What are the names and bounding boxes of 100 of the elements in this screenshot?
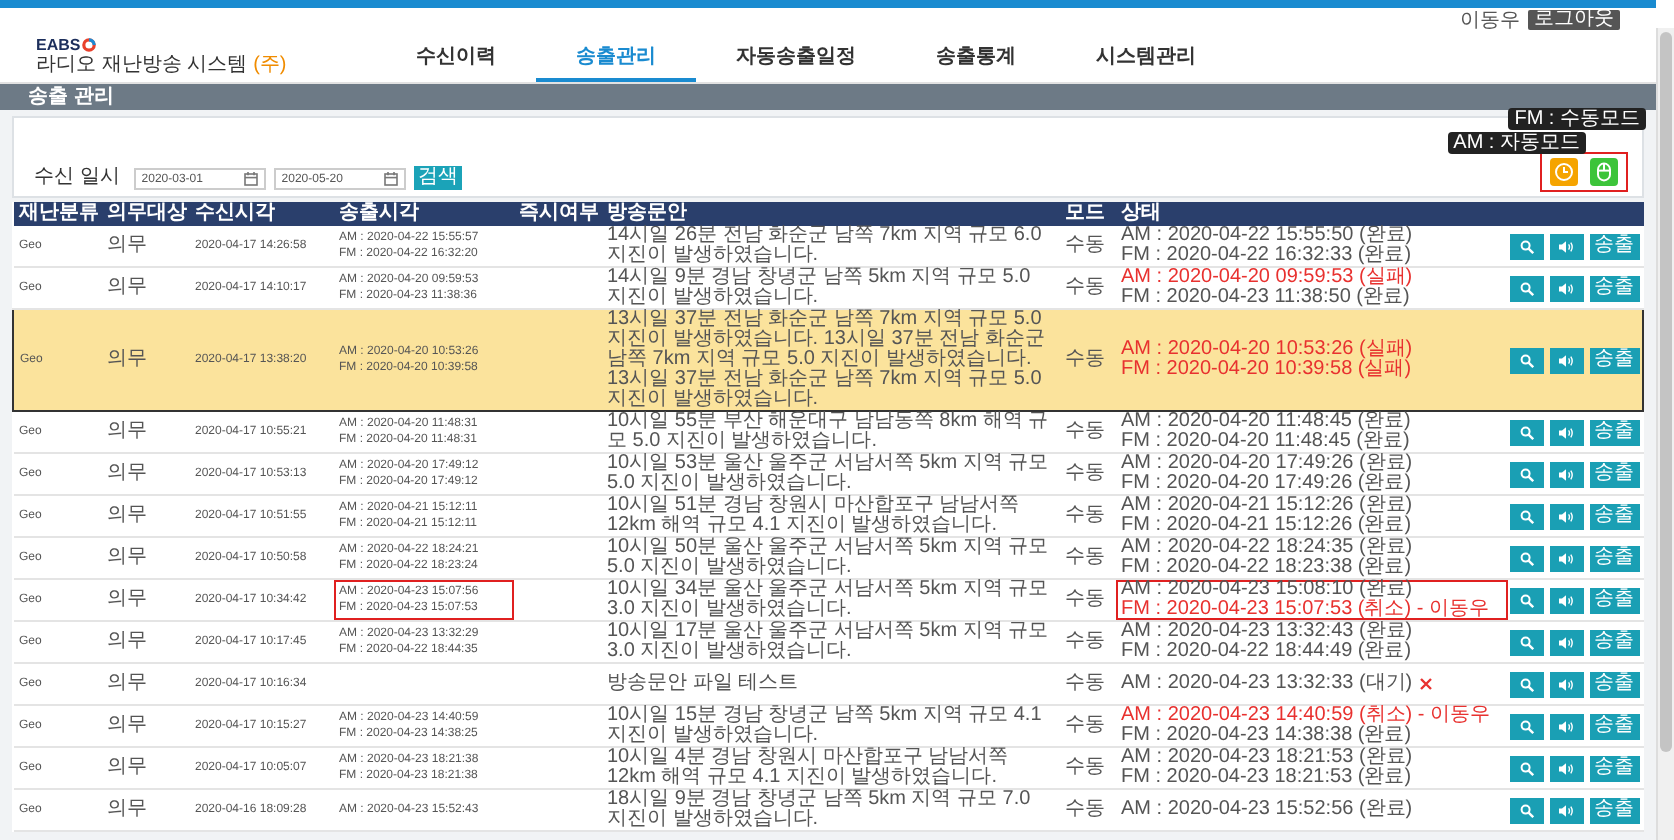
nav-tab[interactable]: 송출통계 [896,32,1056,82]
status-text: FM : 2020-04-22 18:44:49 (완료) [1121,642,1413,662]
status-text: AM : 2020-04-20 11:48:45 (완료) [1121,412,1411,432]
column-header: 수신시각 [189,202,333,226]
table-cell: 수동 [1059,705,1115,747]
status-text: FM : 2020-04-20 17:49:26 (완료) [1121,474,1413,494]
search-button[interactable] [1509,629,1543,655]
table-cell: 수동 [1059,453,1115,495]
speaker-button[interactable] [1549,671,1583,697]
table-cell: 방송문안 파일 테스트 [601,663,1059,705]
table-cell: 의무 [101,621,189,663]
speaker-button[interactable] [1549,419,1583,445]
nav-tab[interactable]: 수신이력 [376,32,536,82]
table-cell: 수동 [1059,226,1115,267]
table-cell: 의무 [101,453,189,495]
status-text: FM : 2020-04-20 10:39:58 (실패) [1121,360,1413,380]
table-cell: 10시일 50분 울산 울주군 서남서쪽 5km 지역 규모 5.0 지진이 발생하였습니다. [601,537,1059,579]
speaker-icon [1558,635,1574,649]
table-cell: 수동 [1059,495,1115,537]
speaker-button[interactable] [1549,233,1583,259]
table-cell: 10시일 34분 울산 울주군 서남서쪽 5km 지역 규모 3.0 지진이 발생하였습니다. [601,579,1059,621]
table-cell: 수동 [1059,789,1115,831]
clock-icon [1554,162,1574,182]
column-header: 상태 [1115,202,1507,226]
table-cell: 10시일 53분 울산 울주군 서남서쪽 5km 지역 규모 5.0 지진이 발생하였습니다. [601,453,1059,495]
table-cell: 수동 [1059,747,1115,789]
speaker-button[interactable] [1549,755,1583,781]
tooltip: AM : 자동모드 [1447,132,1586,154]
status-text: FM : 2020-04-23 11:38:50 (완료) [1121,288,1410,308]
status-text: AM : 2020-04-23 18:21:53 (완료) [1121,748,1413,768]
nav-tab[interactable]: 시스템관리 [1056,32,1236,82]
column-header: 의무대상 [101,202,189,226]
search-icon [1519,239,1533,253]
speaker-icon [1558,719,1574,733]
table-row[interactable] [13,309,1643,411]
scrollbar[interactable] [1656,28,1674,840]
search-button[interactable] [1509,797,1543,823]
status-text: FM : 2020-04-20 11:48:45 (완료) [1121,432,1411,452]
search-button[interactable] [1509,587,1543,613]
speaker-button[interactable] [1549,587,1583,613]
logout-button[interactable]: 로그아웃 [1528,10,1620,30]
status-text: AM : 2020-04-20 17:49:26 (완료) [1121,454,1413,474]
mode-button[interactable] [1590,158,1618,186]
speaker-icon [1558,353,1574,367]
search-icon [1519,719,1533,733]
search-button[interactable] [1509,461,1543,487]
search-icon [1519,281,1533,295]
table-cell: 의무 [101,663,189,705]
search-button[interactable] [1509,419,1543,445]
status-text: FM : 2020-04-22 18:23:38 (완료) [1121,558,1413,578]
search-button[interactable] [1509,275,1543,301]
user-name: 이동우 [1460,9,1520,31]
nav-tab[interactable]: 자동송출일정 [696,32,896,82]
status-text: FM : 2020-04-23 18:21:53 (완료) [1121,768,1413,788]
table-cell: 수동 [1059,663,1115,705]
speaker-icon [1558,761,1574,775]
column-header: 재난분류 [13,202,101,226]
status-text: FM : 2020-04-22 16:32:33 (완료) [1121,246,1413,266]
table-cell: 의무 [101,495,189,537]
column-header: 송출시각 [333,202,513,226]
logo-icon [82,38,97,52]
search-button[interactable] [1509,545,1543,571]
speaker-button[interactable] [1549,545,1583,571]
search-button[interactable] [1509,503,1543,529]
speaker-button[interactable] [1549,629,1583,655]
status-text: AM : 2020-04-23 13:32:43 (완료) [1121,622,1413,642]
table-cell: 의무 [101,747,189,789]
search-button[interactable] [1509,233,1543,259]
speaker-button[interactable] [1549,461,1583,487]
search-button[interactable] [1509,713,1543,739]
mode-button[interactable] [1550,158,1578,186]
search-icon [1519,803,1533,817]
speaker-icon [1558,803,1574,817]
column-header: 즉시여부 [513,202,601,226]
column-header: 방송문안 [601,202,1059,226]
date-label: 수신 일시 [34,166,120,190]
search-button[interactable] [1509,671,1543,697]
table-cell: 10시일 17분 울산 울주군 서남서쪽 5km 지역 규모 3.0 지진이 발생하였습니다. [601,621,1059,663]
status-text: AM : 2020-04-22 18:24:35 (완료) [1121,538,1413,558]
search-icon [1519,551,1533,565]
table-cell: 의무 [101,579,189,621]
calendar-icon [243,172,258,186]
table-cell: 14시일 26분 전남 화순군 남쪽 7km 지역 규모 6.0 지진이 발생하였습니다. [601,226,1059,267]
status-text: AM : 2020-04-21 15:12:26 (완료) [1121,496,1413,516]
speaker-button[interactable] [1549,713,1583,739]
speaker-icon [1558,239,1574,253]
search-button[interactable] [1509,755,1543,781]
logo-text: EABS [36,36,81,54]
column-header: 모드 [1059,202,1115,226]
status-text: AM : 2020-04-23 15:08:10 (완료) [1121,580,1415,600]
speaker-icon [1558,281,1574,295]
speaker-icon [1558,593,1574,607]
cancel-icon[interactable] [1420,678,1433,690]
speaker-button[interactable] [1549,797,1583,823]
table-cell: 수동 [1059,537,1115,579]
speaker-button[interactable] [1549,503,1583,529]
speaker-icon [1558,425,1574,439]
speaker-button[interactable] [1549,275,1583,301]
speaker-button[interactable] [1549,347,1583,373]
search-button[interactable] [1509,347,1543,373]
